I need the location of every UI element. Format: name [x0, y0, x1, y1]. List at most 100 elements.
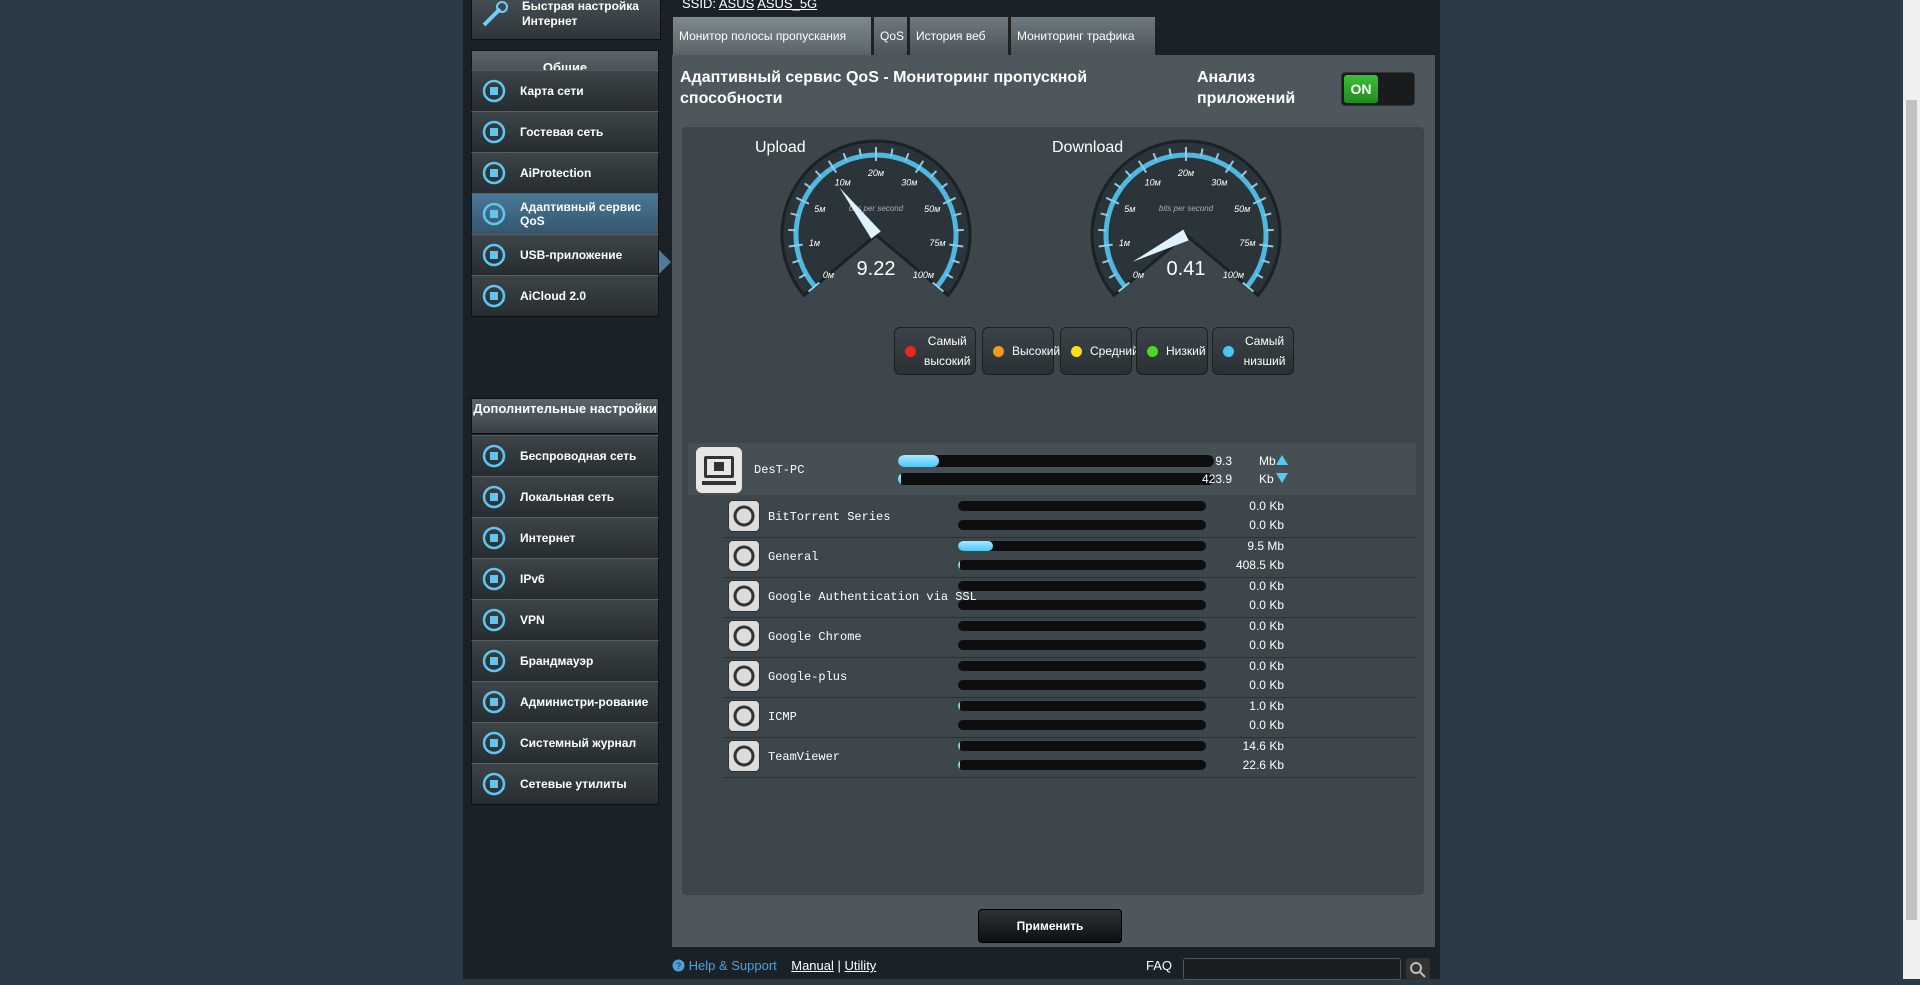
app-analysis-toggle[interactable]: ON — [1341, 72, 1415, 106]
gauge-tick-label: 75м — [929, 238, 945, 248]
app-name: Google Authentication via SSL — [768, 590, 977, 604]
app-download-bar — [958, 640, 1206, 650]
app-upload-fill — [958, 701, 960, 711]
app-download-fill — [958, 760, 960, 770]
app-upload-value: 0.0 Kb — [1204, 659, 1284, 673]
footer-separator: | — [838, 958, 841, 973]
chrome-icon — [728, 620, 760, 652]
page-scrollbar[interactable] — [1903, 0, 1920, 979]
advanced-item-label: Брандмауэр — [520, 641, 650, 681]
priority-dot-icon — [905, 346, 916, 357]
gauge-tick-label: 10м — [1145, 178, 1161, 188]
priority-dot-icon — [993, 346, 1004, 357]
general-item-0[interactable]: Карта сети — [471, 70, 659, 112]
priority-legend-item: Низкий — [1136, 327, 1208, 375]
app-row: Google Chrome0.0 Kb0.0 Kb — [724, 617, 1416, 658]
help-support-link[interactable]: Help & Support — [689, 958, 777, 973]
advanced-item-label: VPN — [520, 600, 650, 640]
search-button[interactable] — [1406, 958, 1430, 980]
advanced-item-label: Локальная сеть — [520, 477, 650, 517]
ssid-2g-link[interactable]: ASUS — [719, 0, 754, 11]
app-name: Google-plus — [768, 670, 847, 684]
tab-qos[interactable]: QoS — [873, 16, 908, 55]
advanced-item-4[interactable]: VPN — [471, 599, 659, 641]
general-item-1[interactable]: Гостевая сеть — [471, 111, 659, 153]
advanced-item-3[interactable]: IPv6 — [471, 558, 659, 600]
gauge-tick-label: 0м — [1133, 270, 1144, 280]
app-upload-bar — [958, 741, 1206, 751]
tab-bandwidth-monitor[interactable]: Монитор полосы пропускания — [672, 16, 872, 55]
app-download-bar — [958, 600, 1206, 610]
footer-links: ? Help & Support Manual | Utility — [672, 958, 876, 973]
advanced-item-2[interactable]: Интернет — [471, 517, 659, 559]
gauge-tick-label: 10м — [835, 178, 851, 188]
advanced-item-5[interactable]: Брандмауэр — [471, 640, 659, 682]
priority-legend-item: Высокий — [982, 327, 1054, 375]
app-row: TeamViewer14.6 Kb22.6 Kb — [724, 737, 1416, 778]
advanced-item-label: Беспроводная сеть — [520, 436, 650, 476]
general-item-5[interactable]: AiCloud 2.0 — [471, 275, 659, 317]
app-download-bar — [958, 680, 1206, 690]
priority-legend-item: Самый высокий — [894, 327, 976, 375]
advanced-item-0[interactable]: Беспроводная сеть — [471, 435, 659, 477]
app-upload-bar — [958, 541, 1206, 551]
advanced-item-1[interactable]: Локальная сеть — [471, 476, 659, 518]
app-upload-bar — [958, 581, 1206, 591]
shield-icon — [480, 647, 508, 675]
general-item-3[interactable]: Адаптивный сервис QoS — [471, 193, 659, 235]
apply-button[interactable]: Применить — [978, 909, 1122, 943]
priority-legend-label: Высокий — [1012, 341, 1066, 361]
advanced-item-6[interactable]: Администри-рование — [471, 681, 659, 723]
manual-link[interactable]: Manual — [791, 958, 834, 973]
app-name: General — [768, 550, 818, 564]
device-row: DesT-PC 9.3 Mb 423.9 Kb — [688, 443, 1416, 495]
ssid-5g-link[interactable]: ASUS_5G — [757, 0, 817, 11]
ssid-line: SSID: ASUS ASUS_5G — [682, 0, 817, 11]
gauge-tick-label: 50м — [924, 204, 940, 214]
gauge-tick-label: 100м — [1223, 270, 1244, 280]
tab-web-history[interactable]: История веб — [909, 16, 1009, 55]
faq-search-input[interactable] — [1183, 958, 1401, 980]
upload-gauge: 0м1м5м10м20м30м50м75м100мbits per second… — [780, 139, 1012, 329]
app-row: ICMP1.0 Kb0.0 Kb — [724, 697, 1416, 738]
app-download-value: 0.0 Kb — [1204, 518, 1284, 532]
advanced-item-label: Сетевые утилиты — [520, 764, 650, 804]
general-item-2[interactable]: AiProtection — [471, 152, 659, 194]
general-item-4[interactable]: USB-приложение — [471, 234, 659, 276]
advanced-item-8[interactable]: Сетевые утилиты — [471, 763, 659, 805]
wifi-icon — [480, 442, 508, 470]
priority-legend-label: Самый высокий — [924, 331, 976, 371]
faq-label: FAQ — [1146, 958, 1172, 973]
admin-user-icon — [480, 688, 508, 716]
device-download-value: 423.9 — [1152, 472, 1232, 486]
tab-traffic-monitor[interactable]: Мониторинг трафика — [1010, 16, 1156, 55]
advanced-item-7[interactable]: Системный журнал — [471, 722, 659, 764]
app-name: TeamViewer — [768, 750, 840, 764]
gauge-value: 0.41 — [1167, 258, 1206, 280]
app-upload-value: 0.0 Kb — [1204, 499, 1284, 513]
utility-link[interactable]: Utility — [845, 958, 877, 973]
wrench-wand-icon — [480, 0, 510, 29]
app-row: Google Authentication via SSL0.0 Kb0.0 K… — [724, 577, 1416, 618]
priority-legend-label: Низкий — [1166, 341, 1212, 361]
app-upload-value: 0.0 Kb — [1204, 579, 1284, 593]
gauge-tick-label: 5м — [1124, 204, 1135, 214]
app-download-value: 22.6 Kb — [1204, 758, 1284, 772]
google-plus-icon — [728, 660, 760, 692]
app-download-fill — [958, 560, 960, 570]
computer-icon — [696, 447, 742, 493]
app-download-bar — [958, 760, 1206, 770]
priority-legend-label: Самый низший — [1242, 331, 1293, 371]
gauge-tick-label: 100м — [913, 270, 934, 280]
gauge-tick-label: 0м — [823, 270, 834, 280]
priority-legend-item: Средний — [1060, 327, 1132, 375]
app-upload-value: 0.0 Kb — [1204, 619, 1284, 633]
scrollbar-thumb[interactable] — [1906, 100, 1917, 920]
quick-setup-label: Быстрая настройка Интернет — [522, 0, 660, 29]
priority-dot-icon — [1071, 346, 1082, 357]
quick-setup-button[interactable]: Быстрая настройка Интернет — [471, 0, 661, 40]
app-download-bar — [958, 520, 1206, 530]
app-row: General9.5 Mb408.5 Kb — [724, 537, 1416, 578]
app-download-bar — [958, 560, 1206, 570]
main-content: Адаптивный сервис QoS - Мониторинг пропу… — [672, 55, 1435, 947]
